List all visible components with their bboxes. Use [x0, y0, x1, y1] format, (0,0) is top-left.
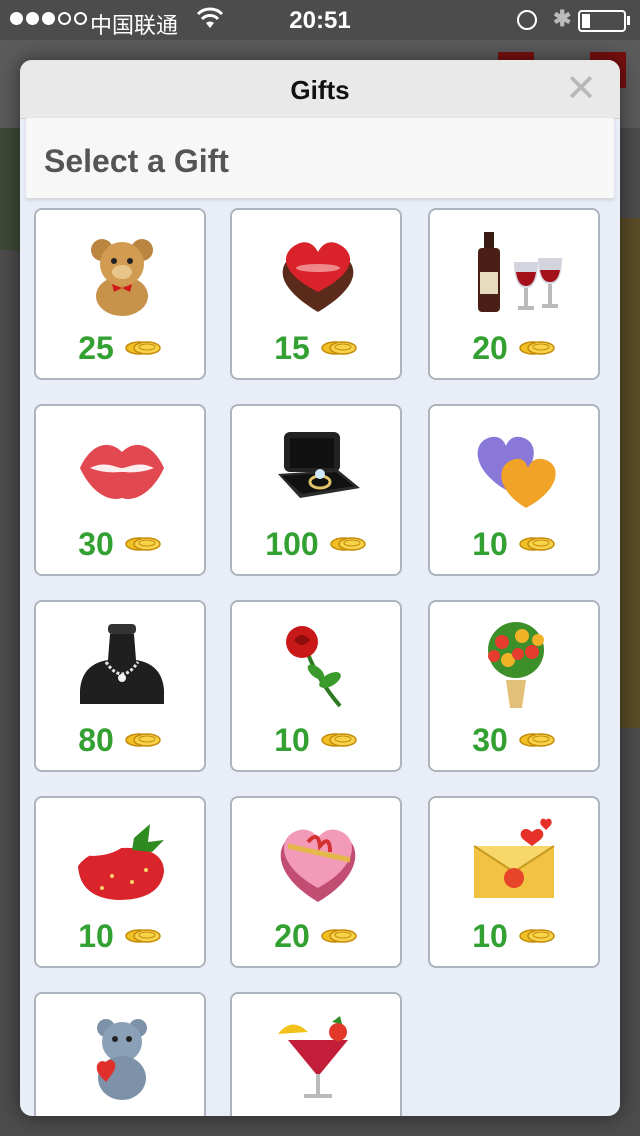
battery-tip — [627, 16, 630, 25]
gift-card[interactable]: 100 — [230, 404, 402, 576]
gift-price-row: 15 — [232, 328, 400, 368]
bluetooth-icon: ✱ — [553, 6, 572, 31]
gift-grid: 25 15 20 30 100 10 80 10 30 10 20 10 — [20, 60, 620, 1116]
gift-price-row: 30 — [430, 720, 598, 760]
gift-card[interactable]: 30 — [34, 404, 206, 576]
gift-card[interactable]: 80 — [34, 600, 206, 772]
gifts-modal: Gifts ✕ Select a Gift 25 15 20 30 100 10 80 10 3… — [20, 60, 620, 1116]
coins-icon — [518, 532, 556, 556]
two-hearts-icon — [466, 424, 566, 514]
battery-icon — [578, 10, 626, 32]
blue-bear-heart-icon — [72, 1012, 172, 1102]
ring-box-icon — [268, 424, 368, 514]
gift-card[interactable]: 10 — [34, 796, 206, 968]
teddy-bear-icon — [72, 228, 172, 318]
coins-icon — [320, 336, 358, 360]
gift-price: 10 — [274, 721, 310, 758]
status-time: 20:51 — [289, 7, 351, 34]
coins-icon — [518, 728, 556, 752]
wine-bottle-glasses-icon — [466, 228, 566, 318]
gift-card[interactable]: 25 — [34, 208, 206, 380]
heart-chocolate-box-icon — [268, 228, 368, 318]
gift-price: 10 — [78, 917, 114, 954]
gift-price: 25 — [78, 329, 114, 366]
gift-card[interactable]: 30 — [428, 600, 600, 772]
gift-price-row: 30 — [36, 524, 204, 564]
coins-icon — [518, 924, 556, 948]
coins-icon — [124, 728, 162, 752]
gift-card[interactable] — [34, 992, 206, 1116]
gift-price: 10 — [472, 525, 508, 562]
gift-price-row: 10 — [430, 524, 598, 564]
coins-icon — [329, 532, 367, 556]
gift-price: 30 — [472, 721, 508, 758]
gift-price-row: 10 — [430, 916, 598, 956]
gift-price-row: 10 — [36, 916, 204, 956]
necklace-icon — [72, 620, 172, 710]
rose-icon — [268, 620, 368, 710]
rotation-lock-icon — [517, 10, 537, 30]
gift-price: 10 — [472, 917, 508, 954]
gift-card[interactable]: 10 — [428, 796, 600, 968]
coins-icon — [518, 336, 556, 360]
gift-card[interactable]: 15 — [230, 208, 402, 380]
gift-price-row: 80 — [36, 720, 204, 760]
gift-card[interactable]: 10 — [428, 404, 600, 576]
love-letter-icon — [466, 816, 566, 906]
background-photo — [0, 128, 22, 250]
gift-price: 30 — [78, 525, 114, 562]
gift-card[interactable]: 20 — [230, 796, 402, 968]
gift-card[interactable]: 20 — [428, 208, 600, 380]
gift-price-row: 20 — [232, 916, 400, 956]
gift-price-row: 25 — [36, 328, 204, 368]
coins-icon — [320, 924, 358, 948]
strawberry-cream-icon — [72, 816, 172, 906]
background-photo — [620, 218, 640, 728]
gift-card[interactable] — [230, 992, 402, 1116]
gift-card[interactable]: 10 — [230, 600, 402, 772]
gift-price: 15 — [274, 329, 310, 366]
coins-icon — [124, 924, 162, 948]
gift-price-row: 100 — [232, 524, 400, 564]
gift-price: 20 — [472, 329, 508, 366]
gift-price: 100 — [265, 525, 319, 562]
coins-icon — [124, 532, 162, 556]
coins-icon — [320, 728, 358, 752]
flower-bouquet-icon — [466, 620, 566, 710]
lips-kiss-icon — [72, 424, 172, 514]
gift-price: 20 — [274, 917, 310, 954]
status-bar: 中国联通 20:51 ✱ — [0, 0, 640, 40]
heart-gift-box-icon — [268, 816, 368, 906]
coins-icon — [124, 336, 162, 360]
cocktail-icon — [268, 1012, 368, 1102]
gift-price-row: 10 — [232, 720, 400, 760]
gift-price-row: 20 — [430, 328, 598, 368]
gift-price: 80 — [78, 721, 114, 758]
